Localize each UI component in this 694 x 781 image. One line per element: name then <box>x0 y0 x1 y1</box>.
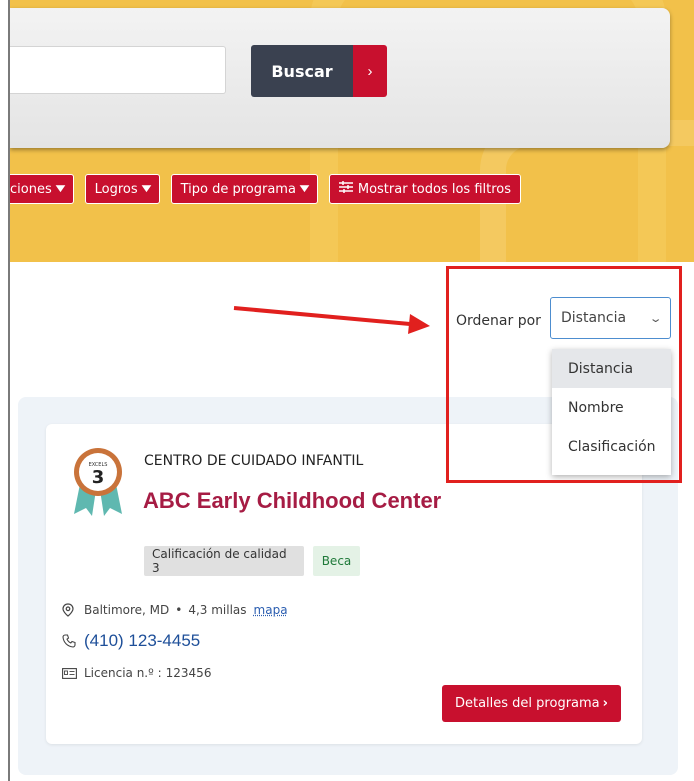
filter-button-tipo-de-programa[interactable]: Tipo de programa ▼ <box>170 174 318 204</box>
map-link[interactable]: mapa <box>254 603 288 617</box>
chevron-down-icon: ▼ <box>141 184 151 194</box>
license-number: 123456 <box>165 666 212 680</box>
chevron-right-icon: › <box>353 45 387 97</box>
location-pin-icon <box>62 603 84 617</box>
search-button[interactable]: Buscar › <box>251 45 387 97</box>
filter-button-ubicaciones[interactable]: ciones ▼ <box>10 174 74 204</box>
program-name-link[interactable]: ABC Early Childhood Center <box>143 488 441 514</box>
phone-row: (410) 123-4455 <box>62 631 200 651</box>
filter-label: Tipo de programa <box>180 181 296 197</box>
hero-banner: Buscar › ciones ▼ Logros ▼ Tipo de progr… <box>10 0 694 262</box>
search-button-label: Buscar <box>251 45 353 97</box>
annotation-highlight-box <box>446 266 682 483</box>
excels-rating-badge-icon: EXCELS 3 <box>74 448 122 516</box>
id-card-icon <box>62 667 84 679</box>
program-category: CENTRO DE CUIDADO INFANTIL <box>144 453 364 469</box>
search-input[interactable] <box>10 46 226 94</box>
filter-button-logros[interactable]: Logros ▼ <box>84 174 160 204</box>
filter-label: Mostrar todos los filtros <box>357 181 512 197</box>
search-panel: Buscar › <box>10 8 670 148</box>
program-details-button[interactable]: Detalles del programa › <box>442 685 621 722</box>
details-button-label: Detalles del programa <box>454 696 600 711</box>
filter-label: ciones <box>10 181 52 197</box>
distance-text: 4,3 millas <box>188 603 247 617</box>
quality-rating-tag: Calificación de calidad 3 <box>144 546 304 576</box>
phone-link[interactable]: (410) 123-4455 <box>84 631 200 651</box>
annotation-arrow <box>233 306 430 334</box>
chevron-down-icon: ▼ <box>55 184 66 194</box>
filter-bar: ciones ▼ Logros ▼ Tipo de programa ▼ Mos… <box>10 174 522 204</box>
separator-dot: • <box>175 603 183 617</box>
license-row: Licencia n.º : 123456 <box>62 666 211 680</box>
location-row: Baltimore, MD • 4,3 millas mapa <box>62 603 288 617</box>
chevron-down-icon: ▼ <box>299 184 310 194</box>
location-text: Baltimore, MD <box>84 603 170 617</box>
show-all-filters-button[interactable]: Mostrar todos los filtros <box>328 174 522 204</box>
scholarship-tag: Beca <box>313 546 360 576</box>
filter-label: Logros <box>94 181 138 197</box>
badge-level: 3 <box>92 467 105 488</box>
license-label: Licencia n.º : <box>84 666 162 680</box>
chevron-right-icon: › <box>602 696 608 711</box>
sliders-icon <box>338 181 353 197</box>
phone-icon <box>62 634 84 648</box>
